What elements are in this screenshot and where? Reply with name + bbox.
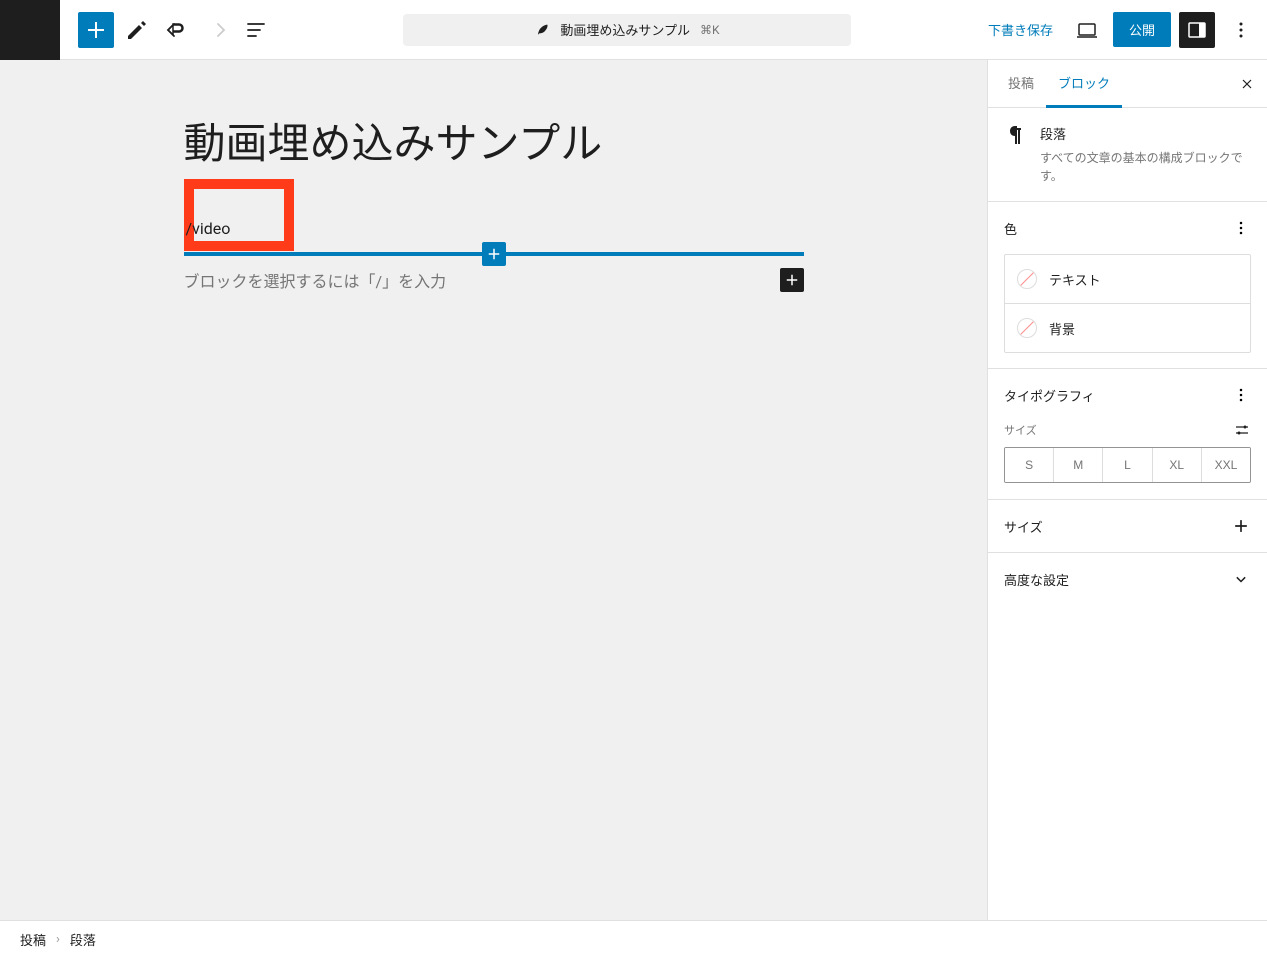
paragraph-icon	[1004, 124, 1028, 148]
wp-logo-area[interactable]	[0, 0, 60, 60]
sidebar-icon	[1185, 18, 1209, 42]
size-s[interactable]: S	[1005, 448, 1054, 482]
breadcrumb-footer: 投稿 › 段落	[0, 920, 1267, 957]
font-size-label: サイズ	[1004, 422, 1037, 438]
sidebar-tabs: 投稿 ブロック	[988, 60, 1267, 108]
feather-icon	[534, 22, 550, 38]
close-icon	[1239, 76, 1255, 92]
color-background-option[interactable]: 背景	[1004, 303, 1251, 353]
block-type-description: すべての文章の基本の構成ブロックです。	[1040, 149, 1251, 185]
more-options-button[interactable]	[1223, 12, 1259, 48]
size-m[interactable]: M	[1054, 448, 1103, 482]
publish-button[interactable]: 公開	[1113, 12, 1171, 47]
sliders-icon[interactable]	[1233, 421, 1251, 439]
panel-color-header[interactable]: 色	[988, 202, 1267, 254]
command-shortcut: ⌘K	[700, 23, 720, 37]
plus-icon	[485, 245, 503, 263]
panel-advanced-header[interactable]: 高度な設定	[988, 553, 1267, 605]
block-type-title: 段落	[1040, 124, 1251, 143]
color-swatch-none-icon	[1017, 269, 1037, 289]
empty-block-row: ブロックを選択するには「/」を入力	[184, 268, 804, 292]
panel-advanced: 高度な設定	[988, 553, 1267, 605]
font-size-label-row: サイズ	[1004, 421, 1251, 439]
breadcrumb-post[interactable]: 投稿	[20, 930, 46, 949]
block-insert-line[interactable]	[184, 252, 804, 256]
append-block-button[interactable]	[780, 268, 804, 292]
panel-typography-header[interactable]: タイポグラフィ	[988, 369, 1267, 421]
tools-button[interactable]	[118, 12, 154, 48]
block-slash-input-wrap: /video	[184, 211, 804, 246]
size-l[interactable]: L	[1103, 448, 1152, 482]
top-toolbar: 動画埋め込みサンプル ⌘K 下書き保存 公開	[0, 0, 1267, 60]
preview-button[interactable]	[1069, 12, 1105, 48]
undo-icon	[164, 18, 188, 42]
display-icon	[1075, 18, 1099, 42]
add-block-button[interactable]	[78, 12, 114, 48]
dots-vertical-icon	[1231, 218, 1251, 238]
toolbar-right: 下書き保存 公開	[980, 12, 1259, 48]
block-slash-input[interactable]: /video	[184, 211, 804, 246]
toolbar-left	[68, 12, 274, 48]
chevron-down-icon	[1231, 569, 1251, 589]
save-draft-link[interactable]: 下書き保存	[980, 20, 1061, 39]
document-outline-button[interactable]	[238, 12, 274, 48]
panel-dimensions-header[interactable]: サイズ	[988, 500, 1267, 552]
plus-icon	[783, 271, 801, 289]
panel-dimensions: サイズ	[988, 500, 1267, 553]
color-text-label: テキスト	[1049, 270, 1101, 289]
panel-typography: タイポグラフィ サイズ S M L XL XXL	[988, 369, 1267, 500]
breadcrumb-paragraph[interactable]: 段落	[70, 930, 96, 949]
close-sidebar-button[interactable]	[1235, 72, 1259, 96]
editor-canvas[interactable]: 動画埋め込みサンプル /video ブロックを選択するには「/」を入力	[0, 60, 987, 920]
post-title[interactable]: 動画埋め込みサンプル	[184, 110, 804, 171]
color-text-option[interactable]: テキスト	[1004, 254, 1251, 304]
size-xxl[interactable]: XXL	[1202, 448, 1250, 482]
tab-block[interactable]: ブロック	[1046, 60, 1122, 108]
block-placeholder: ブロックを選択するには「/」を入力	[184, 268, 447, 292]
settings-sidebar: 投稿 ブロック 段落 すべての文章の基本の構成ブロックです。 色	[987, 60, 1267, 920]
panel-typography-title: タイポグラフィ	[1004, 386, 1095, 405]
document-title-bar[interactable]: 動画埋め込みサンプル ⌘K	[403, 14, 851, 46]
plus-icon	[1231, 516, 1251, 536]
panel-color-title: 色	[1004, 219, 1017, 238]
block-info: 段落 すべての文章の基本の構成ブロックです。	[988, 108, 1267, 202]
color-swatch-none-icon	[1017, 318, 1037, 338]
document-title: 動画埋め込みサンプル	[560, 20, 690, 39]
breadcrumb-separator: ›	[56, 932, 60, 947]
font-size-buttons: S M L XL XXL	[1004, 447, 1251, 483]
size-xl[interactable]: XL	[1153, 448, 1202, 482]
color-bg-label: 背景	[1049, 319, 1075, 338]
dots-vertical-icon	[1229, 18, 1253, 42]
settings-sidebar-toggle[interactable]	[1179, 12, 1215, 48]
panel-color: 色 テキスト 背景	[988, 202, 1267, 369]
tab-post[interactable]: 投稿	[996, 60, 1046, 108]
outline-icon	[244, 18, 268, 42]
panel-dimensions-title: サイズ	[1004, 517, 1043, 536]
dots-vertical-icon	[1231, 385, 1251, 405]
redo-icon	[204, 18, 228, 42]
plus-icon	[84, 18, 108, 42]
redo-button[interactable]	[198, 12, 234, 48]
undo-button[interactable]	[158, 12, 194, 48]
pencil-icon	[124, 18, 148, 42]
panel-advanced-title: 高度な設定	[1004, 570, 1069, 589]
toolbar-center: 動画埋め込みサンプル ⌘K	[282, 14, 972, 46]
